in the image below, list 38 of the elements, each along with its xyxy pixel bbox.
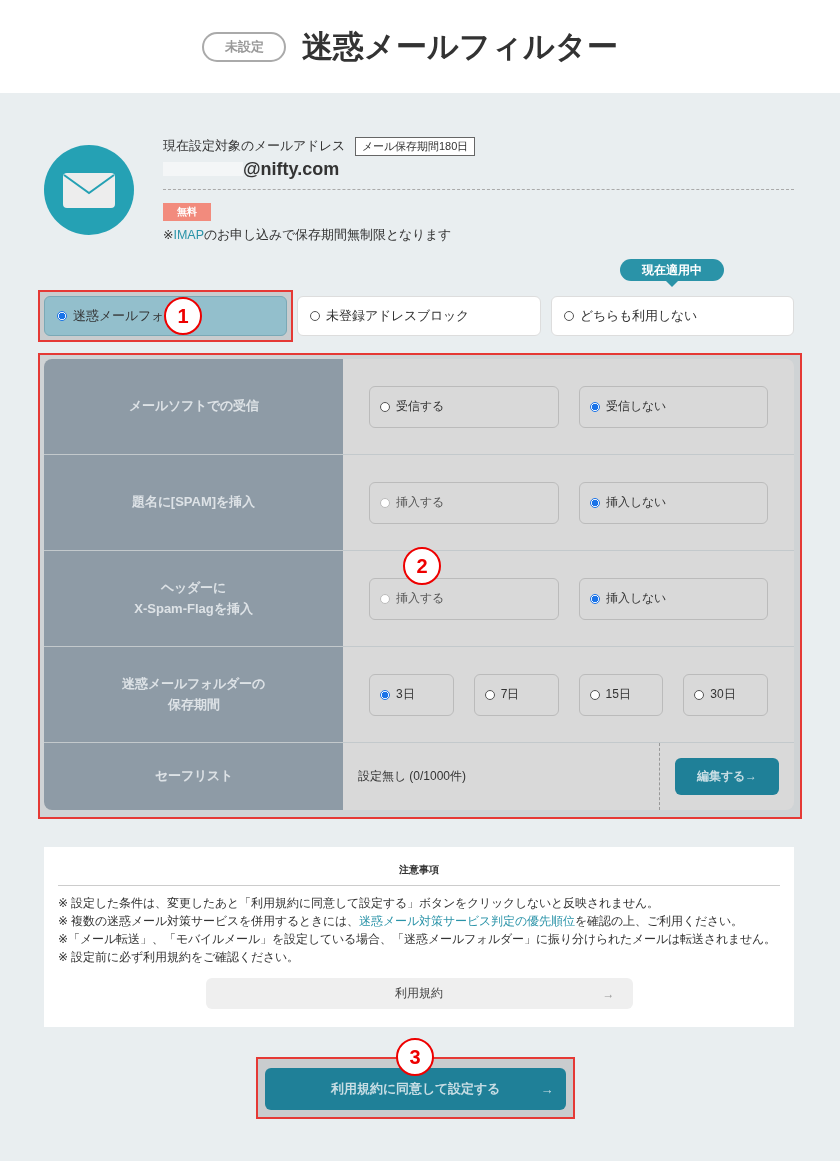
notice-text: ※ 複数の迷惑メール対策サービスを併用するときには、迷惑メール対策サービス判定の優先順位を確認の上、ご利用ください。 (58, 913, 745, 930)
radio-icon (57, 311, 67, 321)
option-button[interactable]: 挿入しない (578, 577, 768, 620)
setting-label: ヘッダーに (161, 578, 226, 597)
setting-label: 保存期間 (167, 695, 220, 714)
notice-text: ※ 設定前に必ず利用規約をご確認ください。 (58, 949, 301, 966)
option-button[interactable]: 受信する (369, 385, 559, 428)
mode-option[interactable]: どちらも利用しない (550, 296, 794, 336)
setting-label: X-Spam-Flagを挿入 (134, 599, 253, 618)
status-badge: 未設定 (202, 31, 286, 62)
plan-badge: 無料 (163, 203, 211, 221)
option-button[interactable]: 受信しない (578, 385, 768, 428)
envelope-icon (44, 145, 134, 235)
retention-tag: メール保存期間180日 (355, 137, 476, 156)
imap-note: ※IMAPのお申し込みで保存期間無制限となります (163, 227, 453, 244)
radio-icon (563, 311, 574, 321)
priority-link[interactable]: 迷惑メール対策サービス判定の優先順位 (359, 914, 576, 928)
badge-pointer (666, 281, 679, 287)
safelist-status: 設定無し (0/1000件) (357, 768, 468, 785)
setting-label: セーフリスト (154, 767, 233, 786)
page-title: 迷惑メールフィルター (302, 27, 618, 66)
annotation-number: 3 (396, 1038, 434, 1076)
option-button[interactable]: 15日 (578, 673, 664, 716)
address-label: 現在設定対象のメールアドレス (163, 138, 345, 155)
terms-button[interactable]: 利用規約 → (205, 978, 633, 1009)
notice-text: ※ 設定した条件は、変更したあと「利用規約に同意して設定する」ボタンをクリックしないと反映されません。 (58, 895, 661, 912)
option-button[interactable]: 挿入しない (578, 481, 768, 524)
option-button[interactable]: 30日 (683, 673, 768, 716)
mode-option[interactable]: 未登録アドレスブロック (297, 296, 541, 336)
setting-label: メールソフトでの受信 (128, 397, 259, 416)
notice-title: 注意事項 (58, 863, 780, 886)
setting-label: 迷惑メールフォルダーの (122, 674, 265, 693)
notice-text: ※「メール転送」、「モバイルメール」を設定している場合、「迷惑メールフォルダー」に振り分けられたメールは転送されません。 (58, 931, 778, 948)
radio-icon (310, 311, 321, 321)
setting-label: 題名に[SPAM]を挿入 (131, 493, 256, 512)
email-address: @nifty.com (243, 158, 340, 180)
option-button[interactable]: 3日 (369, 673, 454, 716)
option-button[interactable]: 7日 (473, 673, 559, 716)
